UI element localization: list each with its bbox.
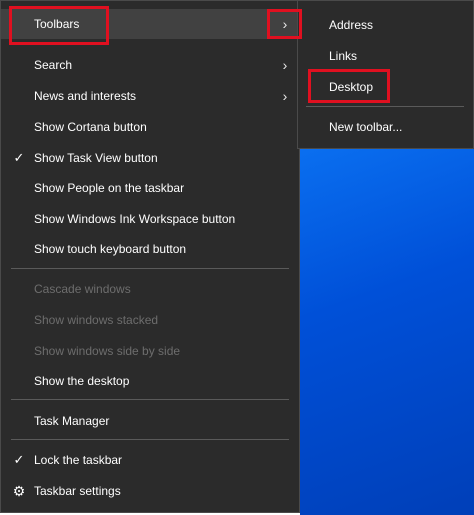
submenu-item-label: Address [329,18,374,32]
submenu-item-new-toolbar[interactable]: New toolbar... [298,112,473,142]
desktop-background [300,148,474,515]
menu-item-label: Cascade windows [34,282,131,296]
desktop-highlight-box [308,69,390,103]
menu-item-show-people[interactable]: Show People on the taskbar [1,173,299,203]
menu-item-show-ink-workspace[interactable]: Show Windows Ink Workspace button [1,204,299,234]
menu-item-label: Show the desktop [34,374,130,388]
checkmark-icon: ✓ [13,452,25,467]
menu-item-label: Taskbar settings [34,484,121,498]
menu-item-label: Search [34,58,73,72]
chevron-right-icon: › [282,57,288,73]
taskbar-context-menu: Toolbars › Search › News and interests ›… [0,0,300,513]
checkmark-icon: ✓ [13,150,25,165]
menu-item-cascade-windows: Cascade windows [1,274,299,304]
chevron-highlight-box [267,9,302,39]
submenu-item-links[interactable]: Links [298,41,473,71]
menu-item-label: News and interests [34,89,137,103]
menu-item-show-touch-keyboard[interactable]: Show touch keyboard button [1,234,299,264]
menu-item-label: Show Windows Ink Workspace button [34,212,236,226]
gear-icon: ⚙ [12,483,26,499]
menu-item-windows-stacked: Show windows stacked [1,305,299,335]
menu-item-show-cortana-button[interactable]: Show Cortana button [1,112,299,142]
menu-item-task-manager[interactable]: Task Manager [1,406,299,436]
menu-item-label: Lock the taskbar [34,453,123,467]
menu-item-windows-side-by-side: Show windows side by side [1,336,299,366]
submenu-separator [306,106,464,107]
menu-item-label: Show Cortana button [34,120,147,134]
menu-item-news-and-interests[interactable]: News and interests › [1,81,299,111]
submenu-item-label: New toolbar... [329,120,403,134]
submenu-item-label: Links [329,49,358,63]
menu-separator [11,268,289,269]
menu-item-show-task-view-button[interactable]: ✓ Show Task View button [1,143,299,173]
menu-separator [11,399,289,400]
menu-item-label: Show windows side by side [34,344,181,358]
toolbars-highlight-box [9,6,109,45]
menu-separator [11,439,289,440]
menu-item-label: Show windows stacked [34,313,159,327]
submenu-item-address[interactable]: Address [298,10,473,40]
menu-item-search[interactable]: Search › [1,50,299,80]
chevron-right-icon: › [282,88,288,104]
menu-item-label: Task Manager [34,414,110,428]
menu-item-taskbar-settings[interactable]: ⚙ Taskbar settings [1,476,299,506]
menu-item-lock-taskbar[interactable]: ✓ Lock the taskbar [1,445,299,475]
menu-item-label: Show People on the taskbar [34,181,185,195]
menu-item-label: Show touch keyboard button [34,242,187,256]
menu-item-label: Show Task View button [34,151,158,165]
menu-item-show-desktop[interactable]: Show the desktop [1,366,299,396]
